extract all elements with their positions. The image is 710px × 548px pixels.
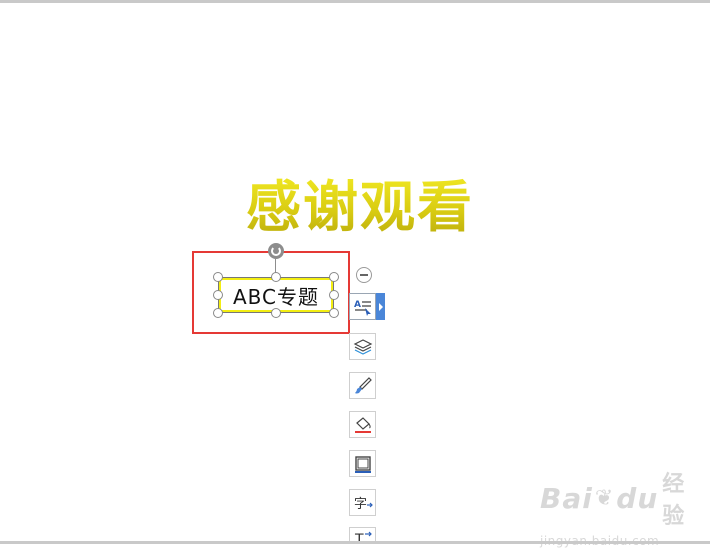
resize-handle-bottom-left[interactable] [213, 308, 223, 318]
watermark-logo: Bai ❦ du 经验 [540, 466, 684, 530]
top-divider [0, 0, 710, 3]
resize-handle-top-right[interactable] [329, 272, 339, 282]
text-box-icon: T [354, 531, 372, 548]
svg-text:A: A [354, 300, 361, 310]
outline-button[interactable] [349, 450, 376, 477]
watermark-logo-cn: 经验 [662, 472, 686, 529]
brush-icon [354, 376, 372, 393]
resize-handle-bottom-middle[interactable] [271, 308, 281, 318]
slide-title[interactable]: 感谢观看 [200, 172, 520, 242]
resize-handle-middle-right[interactable] [329, 290, 339, 300]
resize-handle-bottom-right[interactable] [329, 308, 339, 318]
watermark-logo-prefix: Bai [540, 481, 593, 515]
brush-button[interactable] [349, 372, 376, 399]
svg-text:T: T [354, 532, 364, 548]
expand-arrow-icon[interactable] [376, 293, 385, 320]
fill-bucket-icon [354, 416, 371, 433]
svg-text:字: 字 [354, 497, 367, 512]
fill-button[interactable] [349, 411, 376, 438]
rotate-handle-icon[interactable] [268, 243, 284, 259]
resize-handle-middle-left[interactable] [213, 290, 223, 300]
rotate-handle-line [275, 259, 276, 273]
text-format-button[interactable]: A [349, 293, 376, 320]
watermark-logo-suffix: du [616, 481, 659, 515]
character-spacing-button[interactable]: 字 [349, 489, 376, 516]
paw-icon: ❦ [594, 485, 615, 511]
resize-handle-top-left[interactable] [213, 272, 223, 282]
resize-handle-top-middle[interactable] [271, 272, 281, 282]
baidu-jingyan-watermark: Bai ❦ du 经验 jingyan.baidu.com [540, 466, 684, 548]
outline-border-icon [354, 455, 371, 473]
text-format-icon: A [354, 300, 371, 316]
layers-icon [353, 338, 372, 355]
layers-button[interactable] [349, 333, 376, 360]
textbox-text[interactable]: ABC专题 [233, 281, 319, 310]
character-spacing-icon: 字 [354, 497, 373, 512]
collapse-toolbar-button[interactable] [356, 267, 372, 283]
